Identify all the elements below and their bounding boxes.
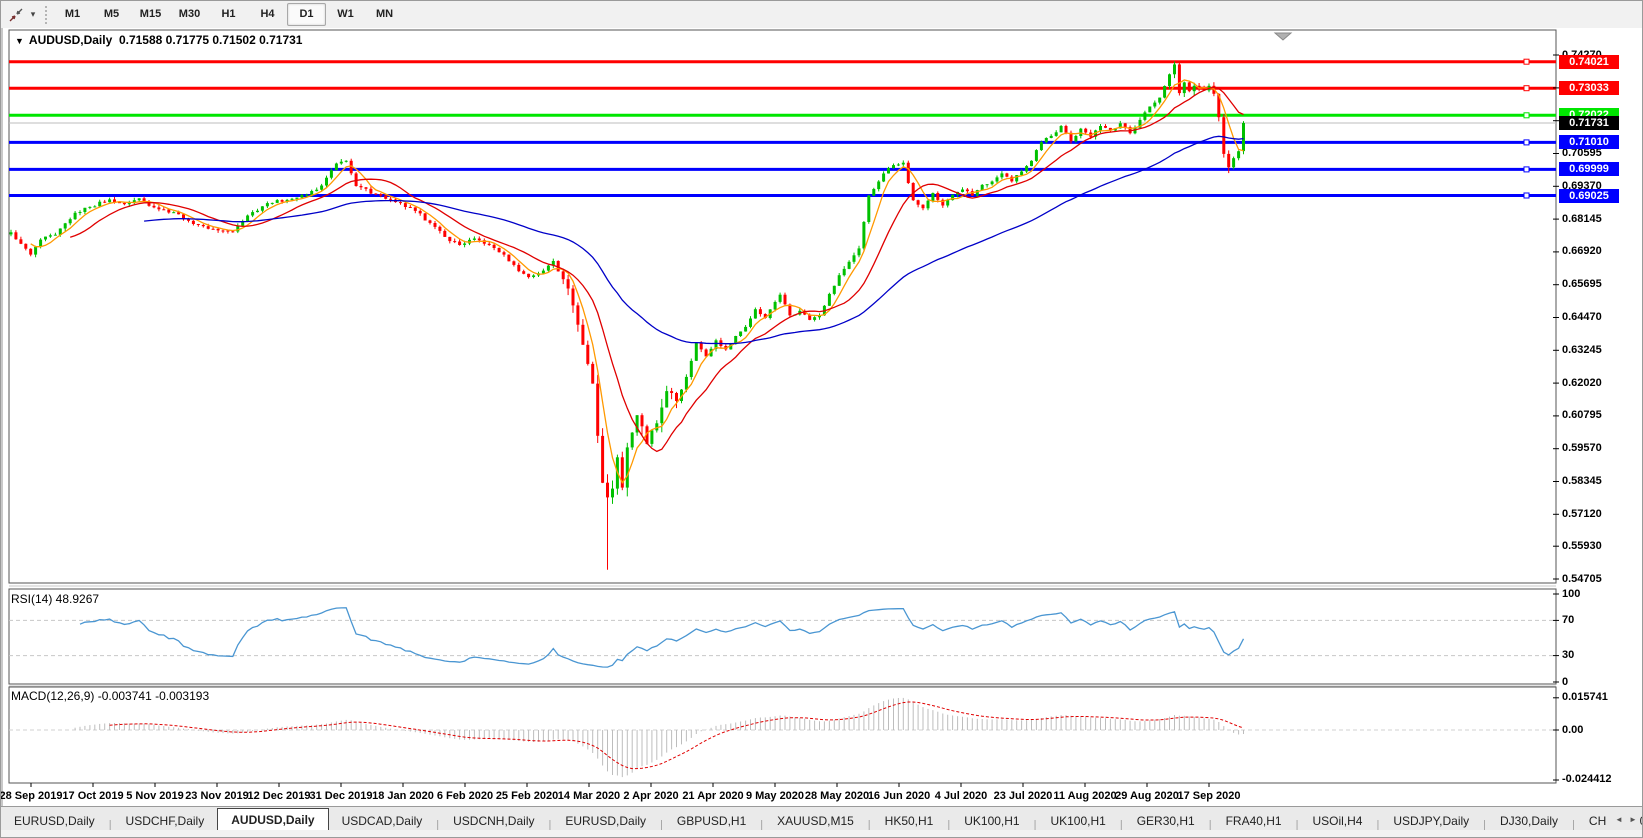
price-axis-tick: 0.63245 — [1562, 343, 1602, 356]
dropdown-caret-icon[interactable]: ▾ — [27, 9, 39, 20]
timeframe-button-h4[interactable]: H4 — [248, 3, 287, 26]
price-level-badge: 0.69999 — [1559, 162, 1619, 177]
timeframe-button-d1[interactable]: D1 — [287, 3, 326, 26]
macd-indicator-label: MACD(12,26,9) -0.003741 -0.003193 — [11, 689, 210, 703]
timeframe-button-mn[interactable]: MN — [365, 3, 404, 26]
status-bar — [1, 830, 1642, 837]
chart-tab-eurusd-daily[interactable]: EURUSD,Daily — [552, 811, 659, 831]
price-axis-tick: 0.65695 — [1562, 278, 1602, 291]
chart-tab-gbpusd-h1[interactable]: GBPUSD,H1 — [664, 811, 759, 831]
timeframe-buttons: M1 M5 M15 M30 H1 H4 D1 W1 MN — [53, 3, 404, 26]
chart-tab-dj30-daily[interactable]: DJ30,Daily — [1487, 811, 1571, 831]
price-axis-tick: 0.60795 — [1562, 409, 1602, 422]
chart-tab-usdjpy-daily[interactable]: USDJPY,Daily — [1380, 811, 1482, 831]
timeframe-button-m30[interactable]: M30 — [170, 3, 209, 26]
chart-tab-ger30-h1[interactable]: GER30,H1 — [1124, 811, 1208, 831]
price-axis-tick: 0.54705 — [1562, 572, 1602, 585]
chart-tab-audusd-daily[interactable]: AUDUSD,Daily — [217, 808, 329, 831]
chart-title: ▼ AUDUSD,Daily 0.71588 0.71775 0.71502 0.… — [15, 33, 302, 47]
chart-tab-uk100-h1[interactable]: UK100,H1 — [951, 811, 1032, 831]
chart-symbol: AUDUSD,Daily — [28, 33, 113, 47]
current-price-badge: 0.71731 — [1559, 116, 1619, 131]
chart-tab-usoil-h4[interactable]: USOil,H4 — [1299, 811, 1375, 831]
chart-tab-hk50-h1[interactable]: HK50,H1 — [872, 811, 947, 831]
rsi-axis-tick: 70 — [1562, 613, 1575, 626]
rsi-indicator-label: RSI(14) 48.9267 — [11, 592, 100, 606]
timeframe-button-w1[interactable]: W1 — [326, 3, 365, 26]
chart-tab-eurusd-daily[interactable]: EURUSD,Daily — [1, 811, 108, 831]
price-axis-tick: 0.59570 — [1562, 442, 1602, 455]
chart-tab-fra40-h1[interactable]: FRA40,H1 — [1213, 811, 1295, 831]
chart-tab-xauusd-m15[interactable]: XAUUSD,M15 — [764, 811, 867, 831]
tab-scroll-arrows: ◄ ► — [1606, 809, 1640, 828]
timeframe-button-m5[interactable]: M5 — [92, 3, 131, 26]
timeframe-button-m15[interactable]: M15 — [131, 3, 170, 26]
tab-scroll-left-button[interactable]: ◄ — [1612, 812, 1626, 828]
price-axis-tick: 0.64470 — [1562, 310, 1602, 323]
price-level-badge: 0.69025 — [1559, 188, 1619, 203]
chart-ohlc: 0.71588 0.71775 0.71502 0.71731 — [118, 33, 303, 47]
price-axis-tick: 0.68145 — [1562, 212, 1602, 225]
price-level-badge: 0.71010 — [1559, 135, 1619, 150]
pointer-tools-icon[interactable] — [5, 5, 27, 25]
date-axis-tick: 17 Sep 2020 — [1177, 790, 1241, 802]
toolbar: ▾ M1 M5 M15 M30 H1 H4 D1 W1 MN — [1, 1, 1642, 29]
price-level-badge: 0.73033 — [1559, 81, 1619, 96]
price-axis-tick: 0.62020 — [1562, 376, 1602, 389]
timeframe-button-h1[interactable]: H1 — [209, 3, 248, 26]
chart-tab-uk100-h1[interactable]: UK100,H1 — [1037, 811, 1118, 831]
chart-canvas[interactable] — [3, 28, 1642, 811]
mt4-window: ▾ M1 M5 M15 M30 H1 H4 D1 W1 MN ▼ AUDUSD,Daily 0.7… — [0, 0, 1643, 838]
macd-axis-tick: 0.015741 — [1562, 691, 1608, 704]
macd-axis-tick: 0.00 — [1562, 723, 1584, 736]
rsi-axis-tick: 100 — [1562, 587, 1581, 600]
price-axis-tick: 0.58345 — [1562, 475, 1602, 488]
price-axis-tick: 0.57120 — [1562, 507, 1602, 520]
macd-axis-tick: -0.024412 — [1562, 773, 1612, 786]
chart-tab-bar: EURUSD,Daily | USDCHF,Daily AUDUSD,Daily USD… — [1, 806, 1642, 831]
timeframe-button-m1[interactable]: M1 — [53, 3, 92, 26]
tab-scroll-right-button[interactable]: ► — [1626, 812, 1640, 828]
chart-tab-usdcnh-daily[interactable]: USDCNH,Daily — [440, 811, 547, 831]
rsi-axis-tick: 30 — [1562, 649, 1575, 662]
price-level-badge: 0.74021 — [1559, 54, 1619, 69]
rsi-axis-tick: 0 — [1562, 675, 1569, 688]
chart-tab-usdcad-daily[interactable]: USDCAD,Daily — [329, 811, 436, 831]
price-axis-tick: 0.66920 — [1562, 245, 1602, 258]
collapse-triangle-icon[interactable]: ▼ — [15, 36, 24, 46]
chart-region: ▼ AUDUSD,Daily 0.71588 0.71775 0.71502 0.… — [1, 28, 1642, 806]
toolbar-grip[interactable] — [45, 5, 47, 24]
chart-tab-usdchf-daily[interactable]: USDCHF,Daily — [113, 811, 218, 831]
price-axis-tick: 0.55930 — [1562, 539, 1602, 552]
